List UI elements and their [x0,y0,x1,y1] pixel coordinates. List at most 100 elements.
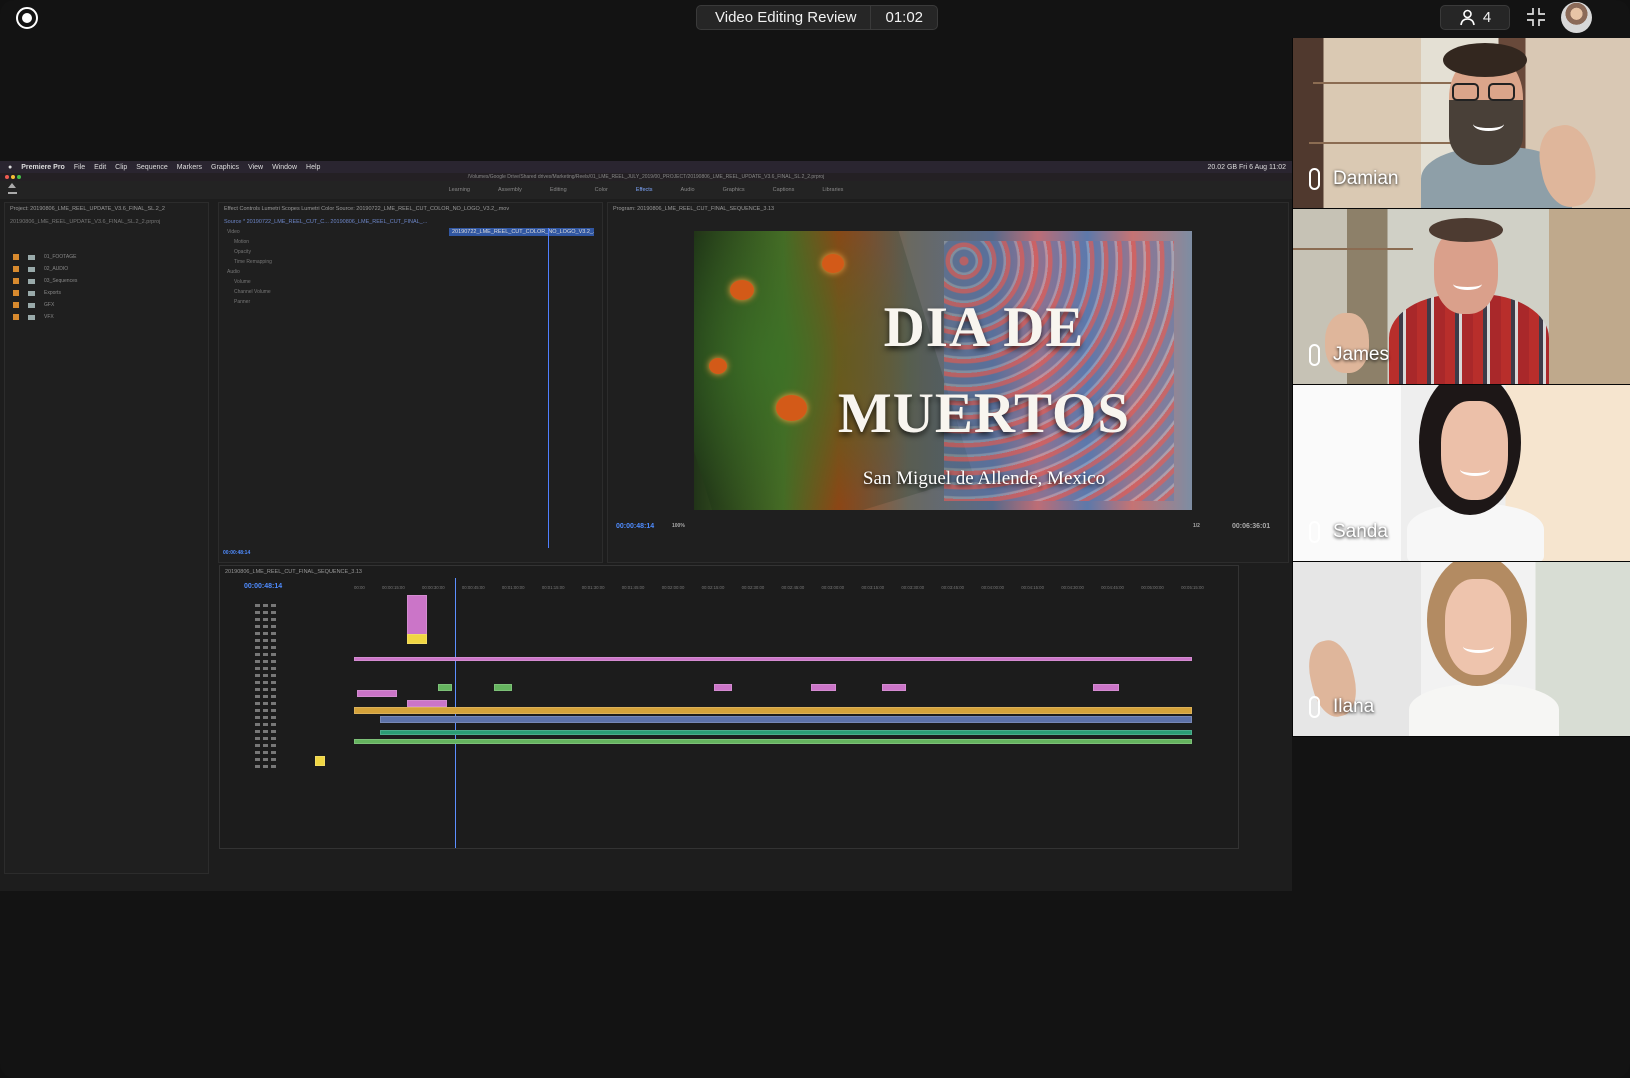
timeline-clip[interactable] [354,739,1192,744]
minimize-icon[interactable] [1525,6,1547,28]
track-header[interactable] [235,756,351,763]
participant-tile-ilana[interactable]: Ilana [1292,562,1630,737]
track-header[interactable] [235,672,351,679]
window-controls[interactable] [5,175,21,179]
tab-captions[interactable]: Captions [773,181,795,199]
timeline-clip[interactable] [407,634,427,644]
ruler-label: 00:02:30:00 [741,585,765,590]
tab-graphics[interactable]: Graphics [723,181,745,199]
track-header[interactable] [235,651,351,658]
track-header[interactable] [235,679,351,686]
project-folder-row[interactable]: Exports [5,287,208,299]
microphone-icon[interactable] [1309,344,1320,366]
menu-file[interactable]: File [74,164,85,171]
effect-audio-label: Audio [227,269,240,275]
effect-panner[interactable]: Panner [219,299,602,309]
menu-clip[interactable]: Clip [115,164,127,171]
timeline-clip[interactable] [1093,684,1119,691]
participant-tile-damian[interactable]: Damian [1292,38,1630,209]
folder-icon [28,254,35,260]
project-folder-row[interactable]: GFX [5,299,208,311]
menu-app-name[interactable]: Premiere Pro [21,164,65,171]
timeline-clip[interactable] [714,684,732,691]
participants-button[interactable]: 4 [1440,5,1510,30]
timeline-clip[interactable] [315,756,325,766]
apple-icon[interactable]: ● [8,164,12,171]
project-folder-row[interactable]: 02_AUDIO [5,263,208,275]
program-video-frame[interactable]: DIA DE MUERTOS San Miguel de Allende, Me… [694,231,1192,510]
effect-motion[interactable]: Motion [219,239,602,249]
timeline-clip[interactable] [438,684,452,691]
effect-opacity[interactable]: Opacity [219,249,602,259]
menu-sequence[interactable]: Sequence [136,164,168,171]
tab-libraries[interactable]: Libraries [822,181,843,199]
menu-view[interactable]: View [248,164,263,171]
track-header[interactable] [235,658,351,665]
menu-graphics[interactable]: Graphics [211,164,239,171]
microphone-icon[interactable] [1309,521,1320,543]
track-header[interactable] [235,644,351,651]
tab-editing[interactable]: Editing [550,181,567,199]
timeline-clip[interactable] [380,730,1192,735]
effect-channel-volume[interactable]: Channel Volume [219,289,602,299]
track-header[interactable] [235,693,351,700]
ruler-label: 00:00 [354,585,365,590]
track-header[interactable] [235,609,351,616]
track-header[interactable] [235,700,351,707]
timeline-clip[interactable] [811,684,836,691]
project-folder-name: VFX [44,314,54,320]
track-header[interactable] [235,630,351,637]
tab-color[interactable]: Color [595,181,608,199]
menu-edit[interactable]: Edit [94,164,106,171]
zoom-level[interactable]: 100% [672,523,685,529]
timeline-clip[interactable] [494,684,512,691]
track-header[interactable] [235,616,351,623]
track-header[interactable] [235,665,351,672]
project-folder-row[interactable]: 01_FOOTAGE [5,251,208,263]
menu-help[interactable]: Help [306,164,320,171]
timeline-clip[interactable] [380,716,1192,723]
tab-effects[interactable]: Effects [636,181,653,199]
track-header[interactable] [235,749,351,756]
effect-volume[interactable]: Volume [219,279,602,289]
project-folder-row[interactable]: 03_Sequences [5,275,208,287]
track-header[interactable] [235,623,351,630]
track-header[interactable] [235,721,351,728]
track-header[interactable] [235,735,351,742]
project-folder-row[interactable]: VFX [5,311,208,323]
menu-window[interactable]: Window [272,164,297,171]
timeline-clip[interactable] [354,707,1192,714]
effect-time-remapping[interactable]: Time Remapping [219,259,602,269]
tab-audio[interactable]: Audio [681,181,695,199]
ruler-label: 00:01:45:00 [621,585,645,590]
track-header[interactable] [235,637,351,644]
microphone-icon[interactable] [1309,696,1320,718]
home-icon[interactable] [8,183,17,194]
timeline-clip[interactable] [407,595,427,635]
microphone-icon[interactable] [1309,168,1320,190]
record-icon[interactable] [16,7,38,29]
track-header[interactable] [235,686,351,693]
track-header[interactable] [235,707,351,714]
track-header[interactable] [235,714,351,721]
program-resolution[interactable]: 1/2 [1193,523,1200,529]
meeting-title: Video Editing Review [697,6,872,29]
track-header[interactable] [235,602,351,609]
tab-learning[interactable]: Learning [449,181,470,199]
track-header[interactable] [235,728,351,735]
participant-tile-james[interactable]: James [1292,209,1630,385]
timeline-ruler[interactable]: 00:00 00:00:15:00 00:00:30:00 00:00:45:00 00… [354,585,1204,590]
ruler-label: 00:02:45:00 [781,585,805,590]
tab-assembly[interactable]: Assembly [498,181,522,199]
self-avatar[interactable] [1561,2,1592,33]
timeline-clip[interactable] [354,657,1192,661]
menu-markers[interactable]: Markers [177,164,202,171]
track-header[interactable] [235,742,351,749]
track-header[interactable] [235,763,351,770]
timeline-clip[interactable] [407,700,447,707]
participant-name: James [1333,344,1389,365]
timeline-clip[interactable] [357,690,397,697]
timeline-clip[interactable] [882,684,906,691]
effect-playhead[interactable] [548,228,549,548]
participant-tile-sanda[interactable]: Sanda [1292,385,1630,562]
